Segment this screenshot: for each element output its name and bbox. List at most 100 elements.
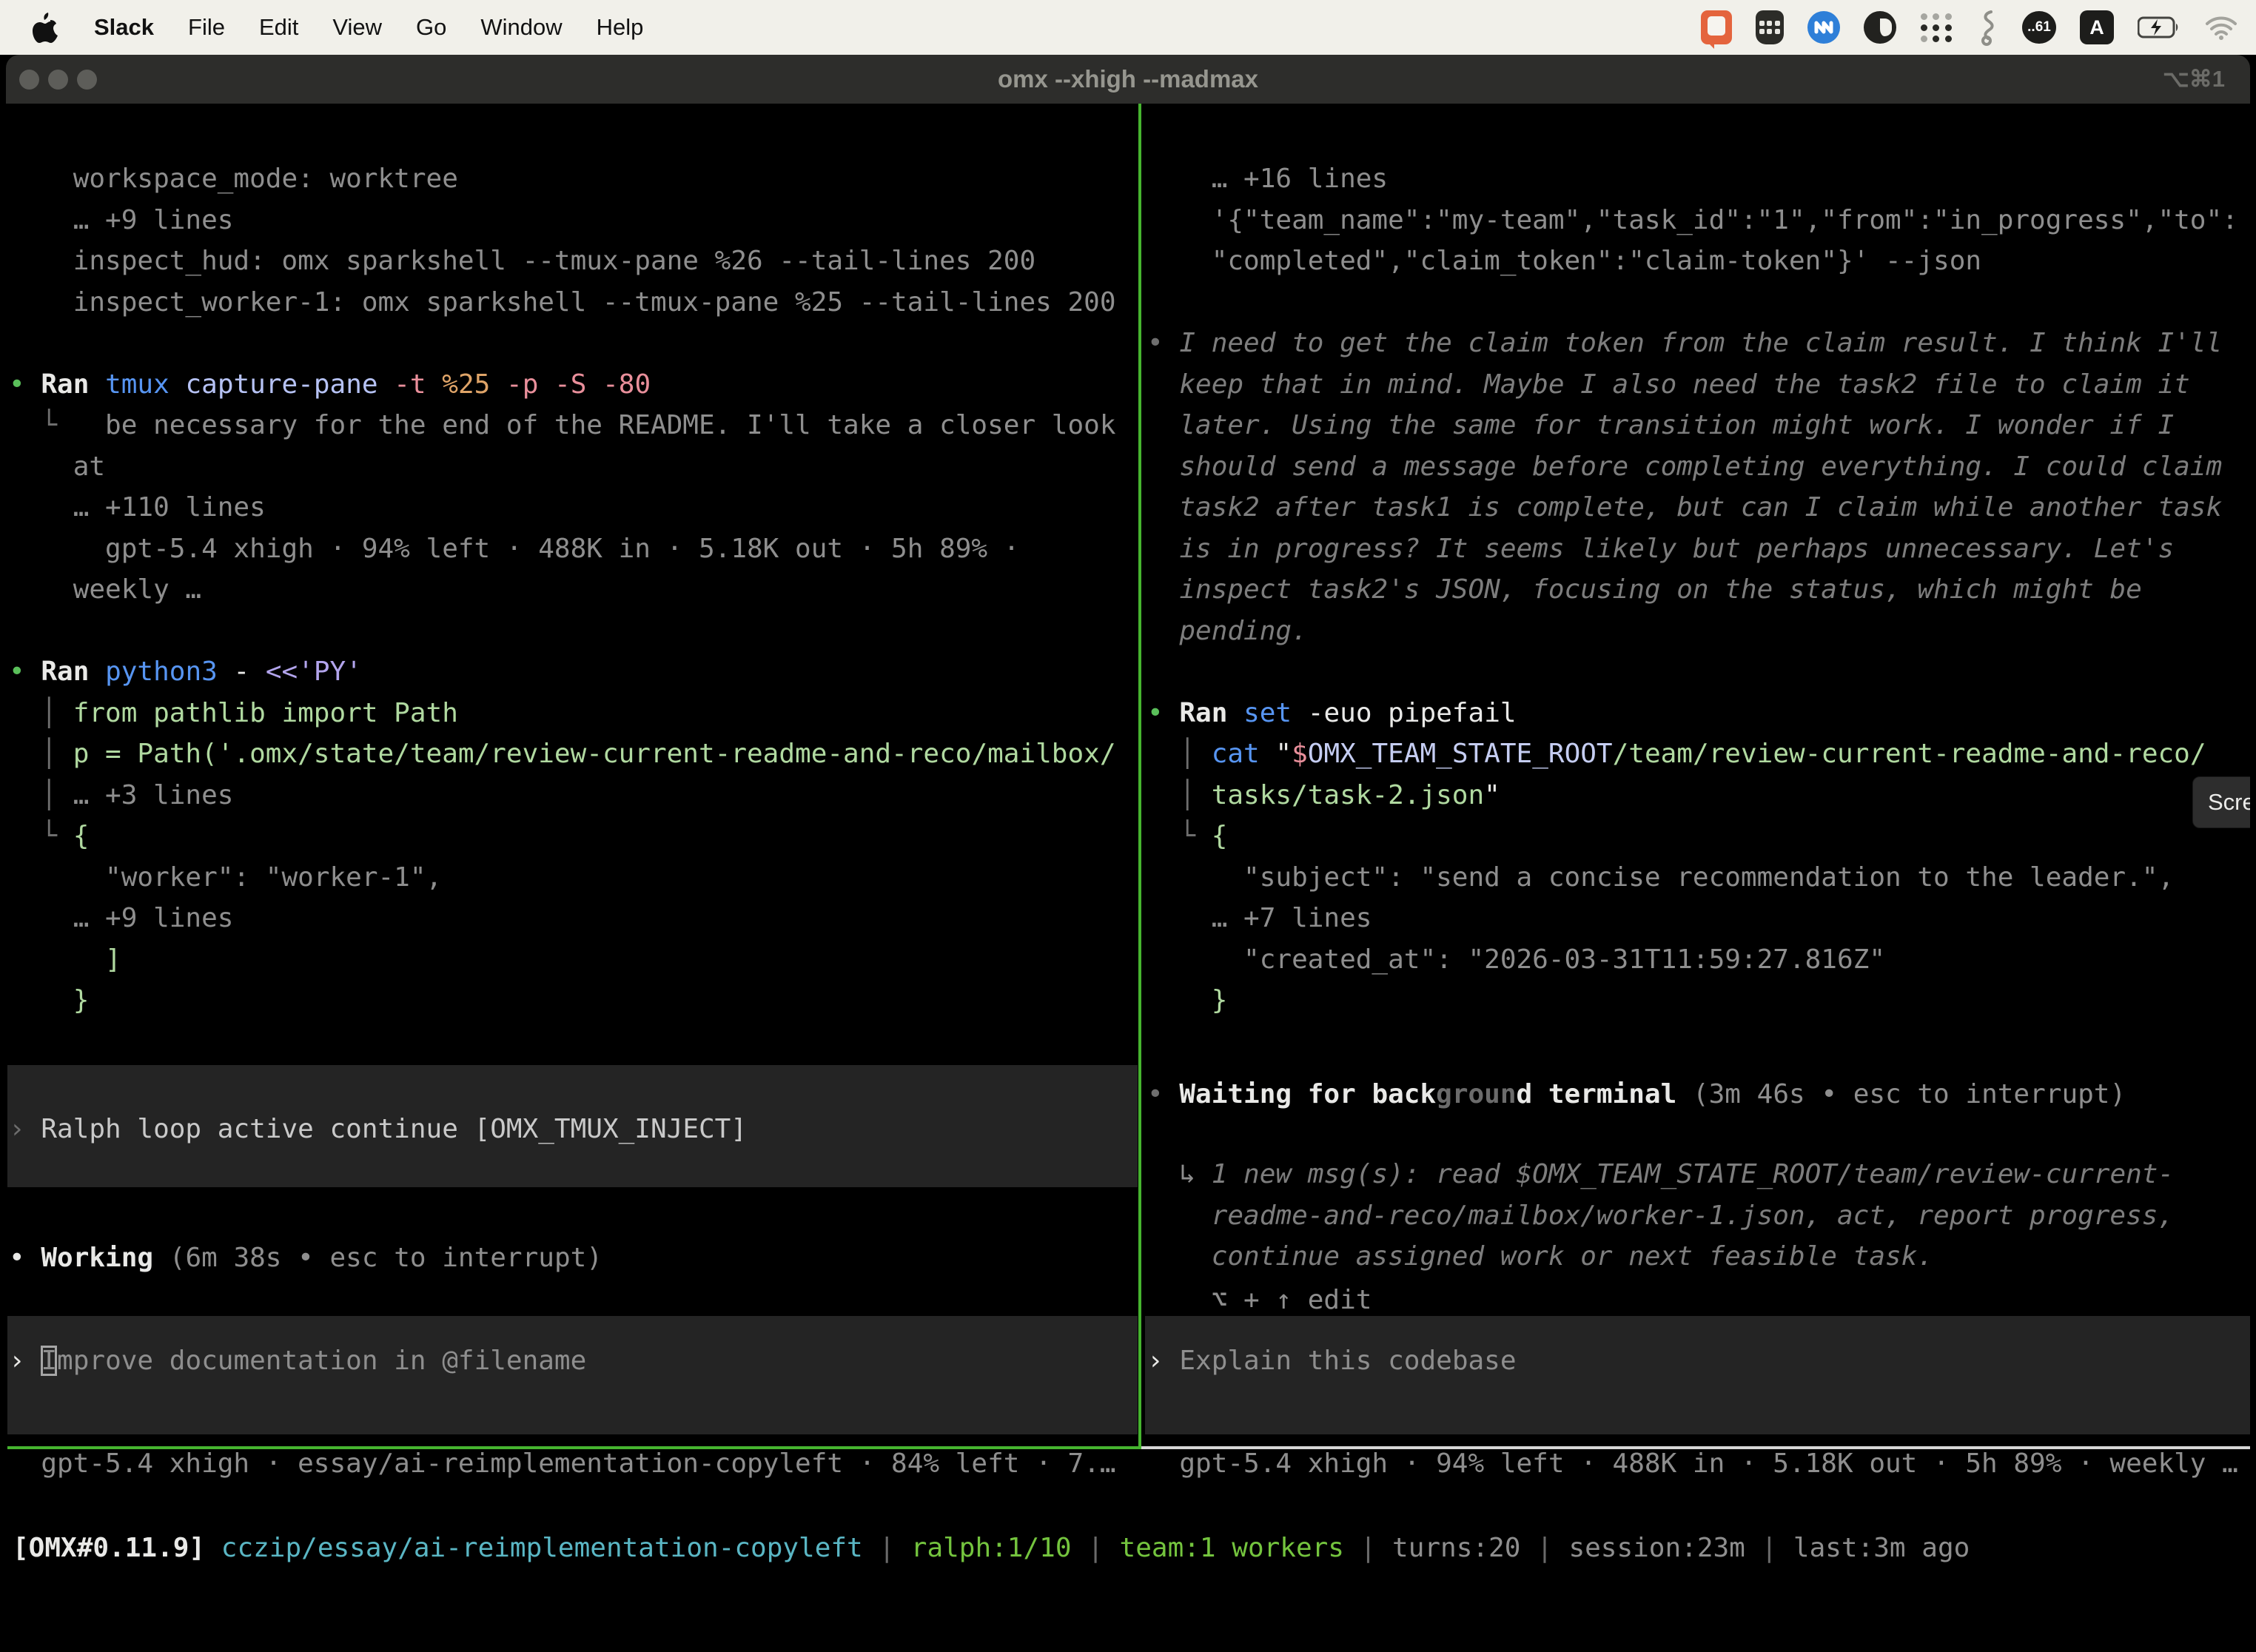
menu-item[interactable]: Window [463,14,579,41]
app-menus: SlackFileEditViewGoWindowHelp [77,14,660,41]
terminal-line: … +9 lines [9,898,1137,939]
terminal-line: is in progress? It seems likely but perh… [1147,528,2250,570]
text-segment: ⌥ + ↑ edit [1147,1285,1372,1315]
text-segment: OMX_TEAM_STATE_ROOT [1308,739,1613,769]
text-segment: set [1243,698,1292,728]
text-segment: -p [506,369,538,400]
text-segment: tasks/task-2.json [1212,780,1484,810]
terminal-line: later. Using the same for transition mig… [1147,405,2250,446]
menu-item[interactable]: Edit [242,14,315,41]
menu-item[interactable]: Slack [77,14,171,41]
menu-item[interactable]: Help [580,14,661,41]
text-segment: " [1275,739,1292,769]
terminal-line [9,611,1137,652]
text-segment: • [9,1243,41,1273]
text-segment: │ [9,739,73,769]
text-segment: at [9,451,105,482]
terminal-line: inspect task2's JSON, focusing on the st… [1147,569,2250,611]
text-segment: -euo pipefail [1308,698,1517,728]
menu-item[interactable]: File [171,14,242,41]
terminal-line: inspect_hud: omx sparkshell --tmux-pane … [9,241,1137,282]
text-segment: gpt-5.4 xhigh · 94% left · 488K in · 5.1… [9,534,1019,564]
grid-shield-icon[interactable] [1756,10,1784,44]
terminal-line: pending. [1147,611,2250,652]
terminal-line: ] [9,939,1137,981]
text-segment: is in progress? It seems likely but perh… [1147,534,2174,564]
terminal-line: } [1147,980,2250,1021]
text-segment: Working [41,1243,153,1273]
text-segment [586,369,602,400]
count-badge-icon[interactable]: ..61 [2022,11,2056,44]
terminal-content: workspace_mode: worktree … +9 lines insp… [6,104,2250,1636]
text-segment: continue assigned work or next feasible … [1147,1241,1933,1272]
text-segment [249,657,266,687]
text-segment: should send a message before completing … [1147,451,2222,482]
window-titlebar[interactable]: omx --xhigh --madmax ⌥⌘1 [6,55,2250,104]
text-segment: • [1147,328,1179,358]
terminal-line: … +9 lines [9,200,1137,241]
text-segment: › [9,1346,41,1376]
text-segment: "subject": "send a concise recommendatio… [1147,862,2174,893]
text-segment: (3m 46s • esc to interrupt) [1693,1079,2126,1109]
input-source-icon[interactable]: A [2080,10,2114,44]
blue-badge-icon[interactable] [1807,11,1840,44]
terminal-line: … +110 lines [9,487,1137,528]
text-segment: • [9,657,41,687]
text-segment: … +7 lines [1147,903,1372,933]
dark-crescent-icon[interactable] [1864,11,1896,44]
text-segment: capture-pane [185,369,377,400]
text-segment [538,369,554,400]
text-segment: gpt-5.4 xhigh · 94% left · 488K in · 5.1… [1147,1448,2238,1479]
text-segment [1676,1079,1693,1109]
right-prompt-input[interactable]: › Explain this codebase [1147,1340,1517,1382]
terminal-line: • I need to get the claim token from the… [1147,323,2250,364]
terminal-line [9,323,1137,364]
text-segment: later. Using the same for transition mig… [1147,410,2174,440]
terminal-line: │ from pathlib import Path [9,693,1137,734]
screenshot-app-icon[interactable] [1701,10,1732,44]
wifi-icon[interactable] [2204,15,2238,40]
text-segment: tmux [105,369,169,400]
text-segment [426,369,443,400]
pane-divider[interactable] [1138,104,1141,1449]
text-segment: … +16 lines [1147,164,1388,194]
text-segment: Ralph loop active continue [OMX_TMUX_INJ… [41,1114,747,1144]
text-segment: { [73,821,90,851]
left-pane-scrollback[interactable]: workspace_mode: worktree … +9 lines insp… [9,158,1137,1032]
text-segment: p = Path('.omx/state/team/review-current… [73,739,1116,769]
ralph-loop-status: › Ralph loop active continue [OMX_TMUX_I… [9,1109,747,1150]
text-segment: │ [1147,739,1212,769]
text-segment: └ [9,410,105,440]
text-segment: ] [9,944,121,975]
menu-item[interactable]: View [315,14,399,41]
menu-item[interactable]: Go [399,14,463,41]
terminal-line: │ tasks/task-2.json" [1147,775,2250,816]
text-segment: readme-and-reco/mailbox/worker-1.json, a… [1147,1201,2174,1231]
text-segment: team:1 workers [1120,1533,1344,1563]
left-prompt-input[interactable]: › Improve documentation in @filename [9,1340,586,1382]
right-pane-scrollback[interactable]: … +16 lines '{"team_name":"my-team","tas… [1147,158,2250,1032]
text-segment: Ran [41,657,89,687]
squiggle-icon[interactable] [1976,9,1998,46]
text-segment: %25 [442,369,490,400]
text-segment: be necessary for the end of the README. … [105,410,1115,440]
text-segment: session:23m [1568,1533,1745,1563]
terminal-line [1147,651,2250,693]
new-message-note: ↳ 1 new msg(s): read $OMX_TEAM_STATE_ROO… [1147,1154,2250,1281]
apple-menu-icon[interactable] [31,11,61,44]
battery-icon[interactable] [2138,16,2181,38]
text-segment [89,657,105,687]
menu-bar: SlackFileEditViewGoWindowHelp ..61 A [0,0,2256,55]
text-segment: [OMX#0.11.9] [13,1533,205,1563]
text-segment: " [1484,780,1500,810]
text-segment [153,1243,169,1273]
text-segment: cat [1212,739,1276,769]
text-segment: … +3 lines [73,780,234,810]
dots-grid-icon[interactable] [1920,11,1953,44]
text-segment: -80 [602,369,651,400]
terminal-line: │ cat "$OMX_TEAM_STATE_ROOT/team/review-… [1147,733,2250,775]
text-segment: │ [1147,780,1212,810]
text-segment: • [1147,1079,1179,1109]
text-segment: └ [1147,821,1212,851]
terminal-line: … +16 lines [1147,158,2250,200]
